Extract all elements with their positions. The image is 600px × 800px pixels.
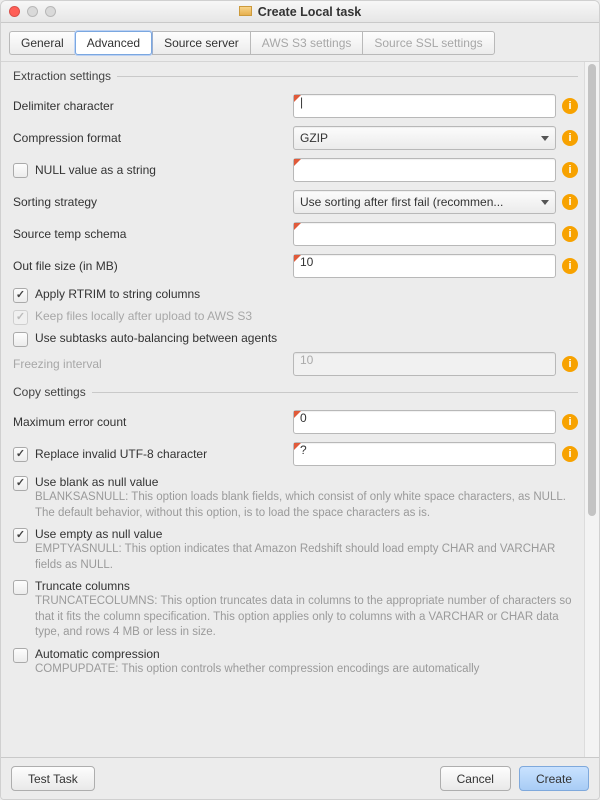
label-truncate: Truncate columns: [35, 579, 578, 593]
input-freezing: 10: [293, 352, 556, 376]
minimize-icon[interactable]: [27, 6, 38, 17]
desc-auto-compress: COMPUPDATE: This option controls whether…: [35, 662, 578, 678]
scrollbar[interactable]: [584, 62, 599, 757]
label-temp-schema: Source temp schema: [13, 227, 293, 241]
info-icon[interactable]: i: [562, 130, 578, 146]
input-max-error[interactable]: 0: [293, 410, 556, 434]
info-icon[interactable]: i: [562, 414, 578, 430]
info-icon[interactable]: i: [562, 446, 578, 462]
scrollbar-thumb[interactable]: [588, 64, 596, 516]
desc-blank-null: BLANKSASNULL: This option loads blank fi…: [35, 490, 578, 521]
desc-truncate: TRUNCATECOLUMNS: This option truncates d…: [35, 594, 578, 641]
required-marker-icon: [294, 95, 301, 102]
info-icon[interactable]: i: [562, 356, 578, 372]
label-delimiter: Delimiter character: [13, 99, 293, 113]
content-area: Extraction settings Delimiter character …: [1, 62, 584, 757]
label-out-size: Out file size (in MB): [13, 259, 293, 273]
select-compression[interactable]: GZIP: [293, 126, 556, 150]
create-button[interactable]: Create: [519, 766, 589, 791]
legend-extraction: Extraction settings: [13, 69, 117, 83]
dialog-window: Create Local task General Advanced Sourc…: [0, 0, 600, 800]
window-controls: [9, 6, 56, 17]
checkbox-empty-null[interactable]: [13, 528, 28, 543]
label-replace-utf8: Replace invalid UTF-8 character: [35, 447, 207, 461]
checkbox-truncate[interactable]: [13, 580, 28, 595]
checkbox-null-string[interactable]: [13, 163, 28, 178]
input-delimiter[interactable]: |: [293, 94, 556, 118]
checkbox-rtrim[interactable]: [13, 288, 28, 303]
required-marker-icon: [294, 411, 301, 418]
package-icon: [239, 6, 252, 16]
desc-empty-null: EMPTYASNULL: This option indicates that …: [35, 542, 578, 573]
tab-bar: General Advanced Source server AWS S3 se…: [9, 31, 591, 55]
label-null-string: NULL value as a string: [35, 163, 156, 177]
label-blank-null: Use blank as null value: [35, 475, 578, 489]
info-icon[interactable]: i: [562, 258, 578, 274]
test-task-button[interactable]: Test Task: [11, 766, 95, 791]
info-icon[interactable]: i: [562, 162, 578, 178]
tab-source-server[interactable]: Source server: [152, 31, 250, 55]
tab-advanced[interactable]: Advanced: [75, 31, 152, 55]
window-title: Create Local task: [258, 5, 362, 19]
info-icon[interactable]: i: [562, 194, 578, 210]
label-rtrim: Apply RTRIM to string columns: [35, 287, 200, 301]
label-auto-compress: Automatic compression: [35, 647, 578, 661]
required-marker-icon: [294, 443, 301, 450]
select-sorting[interactable]: Use sorting after first fail (recommen..…: [293, 190, 556, 214]
label-empty-null: Use empty as null value: [35, 527, 578, 541]
tab-aws-s3: AWS S3 settings: [250, 31, 363, 55]
zoom-icon[interactable]: [45, 6, 56, 17]
checkbox-replace-utf8[interactable]: [13, 447, 28, 462]
titlebar: Create Local task: [1, 1, 599, 23]
legend-copy: Copy settings: [13, 385, 92, 399]
input-out-size[interactable]: 10: [293, 254, 556, 278]
label-freezing: Freezing interval: [13, 357, 293, 371]
input-replace-char[interactable]: ?: [293, 442, 556, 466]
checkbox-keep-files: [13, 310, 28, 325]
chevron-down-icon: [541, 200, 549, 205]
info-icon[interactable]: i: [562, 226, 578, 242]
tab-source-ssl: Source SSL settings: [362, 31, 494, 55]
checkbox-blank-null[interactable]: [13, 476, 28, 491]
fieldset-extraction: Extraction settings Delimiter character …: [13, 69, 578, 381]
tab-general[interactable]: General: [9, 31, 75, 55]
info-icon[interactable]: i: [562, 98, 578, 114]
close-icon[interactable]: [9, 6, 20, 17]
footer: Test Task Cancel Create: [1, 757, 599, 799]
input-temp-schema[interactable]: [293, 222, 556, 246]
checkbox-subtasks[interactable]: [13, 332, 28, 347]
label-compression: Compression format: [13, 131, 293, 145]
label-sorting: Sorting strategy: [13, 195, 293, 209]
label-max-error: Maximum error count: [13, 415, 293, 429]
required-marker-icon: [294, 159, 301, 166]
chevron-down-icon: [541, 136, 549, 141]
cancel-button[interactable]: Cancel: [440, 766, 511, 791]
input-null-string[interactable]: [293, 158, 556, 182]
fieldset-copy: Copy settings Maximum error count 0 i: [13, 385, 578, 679]
required-marker-icon: [294, 223, 301, 230]
required-marker-icon: [294, 255, 301, 262]
checkbox-auto-compress[interactable]: [13, 648, 28, 663]
label-subtasks: Use subtasks auto-balancing between agen…: [35, 331, 277, 345]
label-keep-files: Keep files locally after upload to AWS S…: [35, 309, 252, 323]
